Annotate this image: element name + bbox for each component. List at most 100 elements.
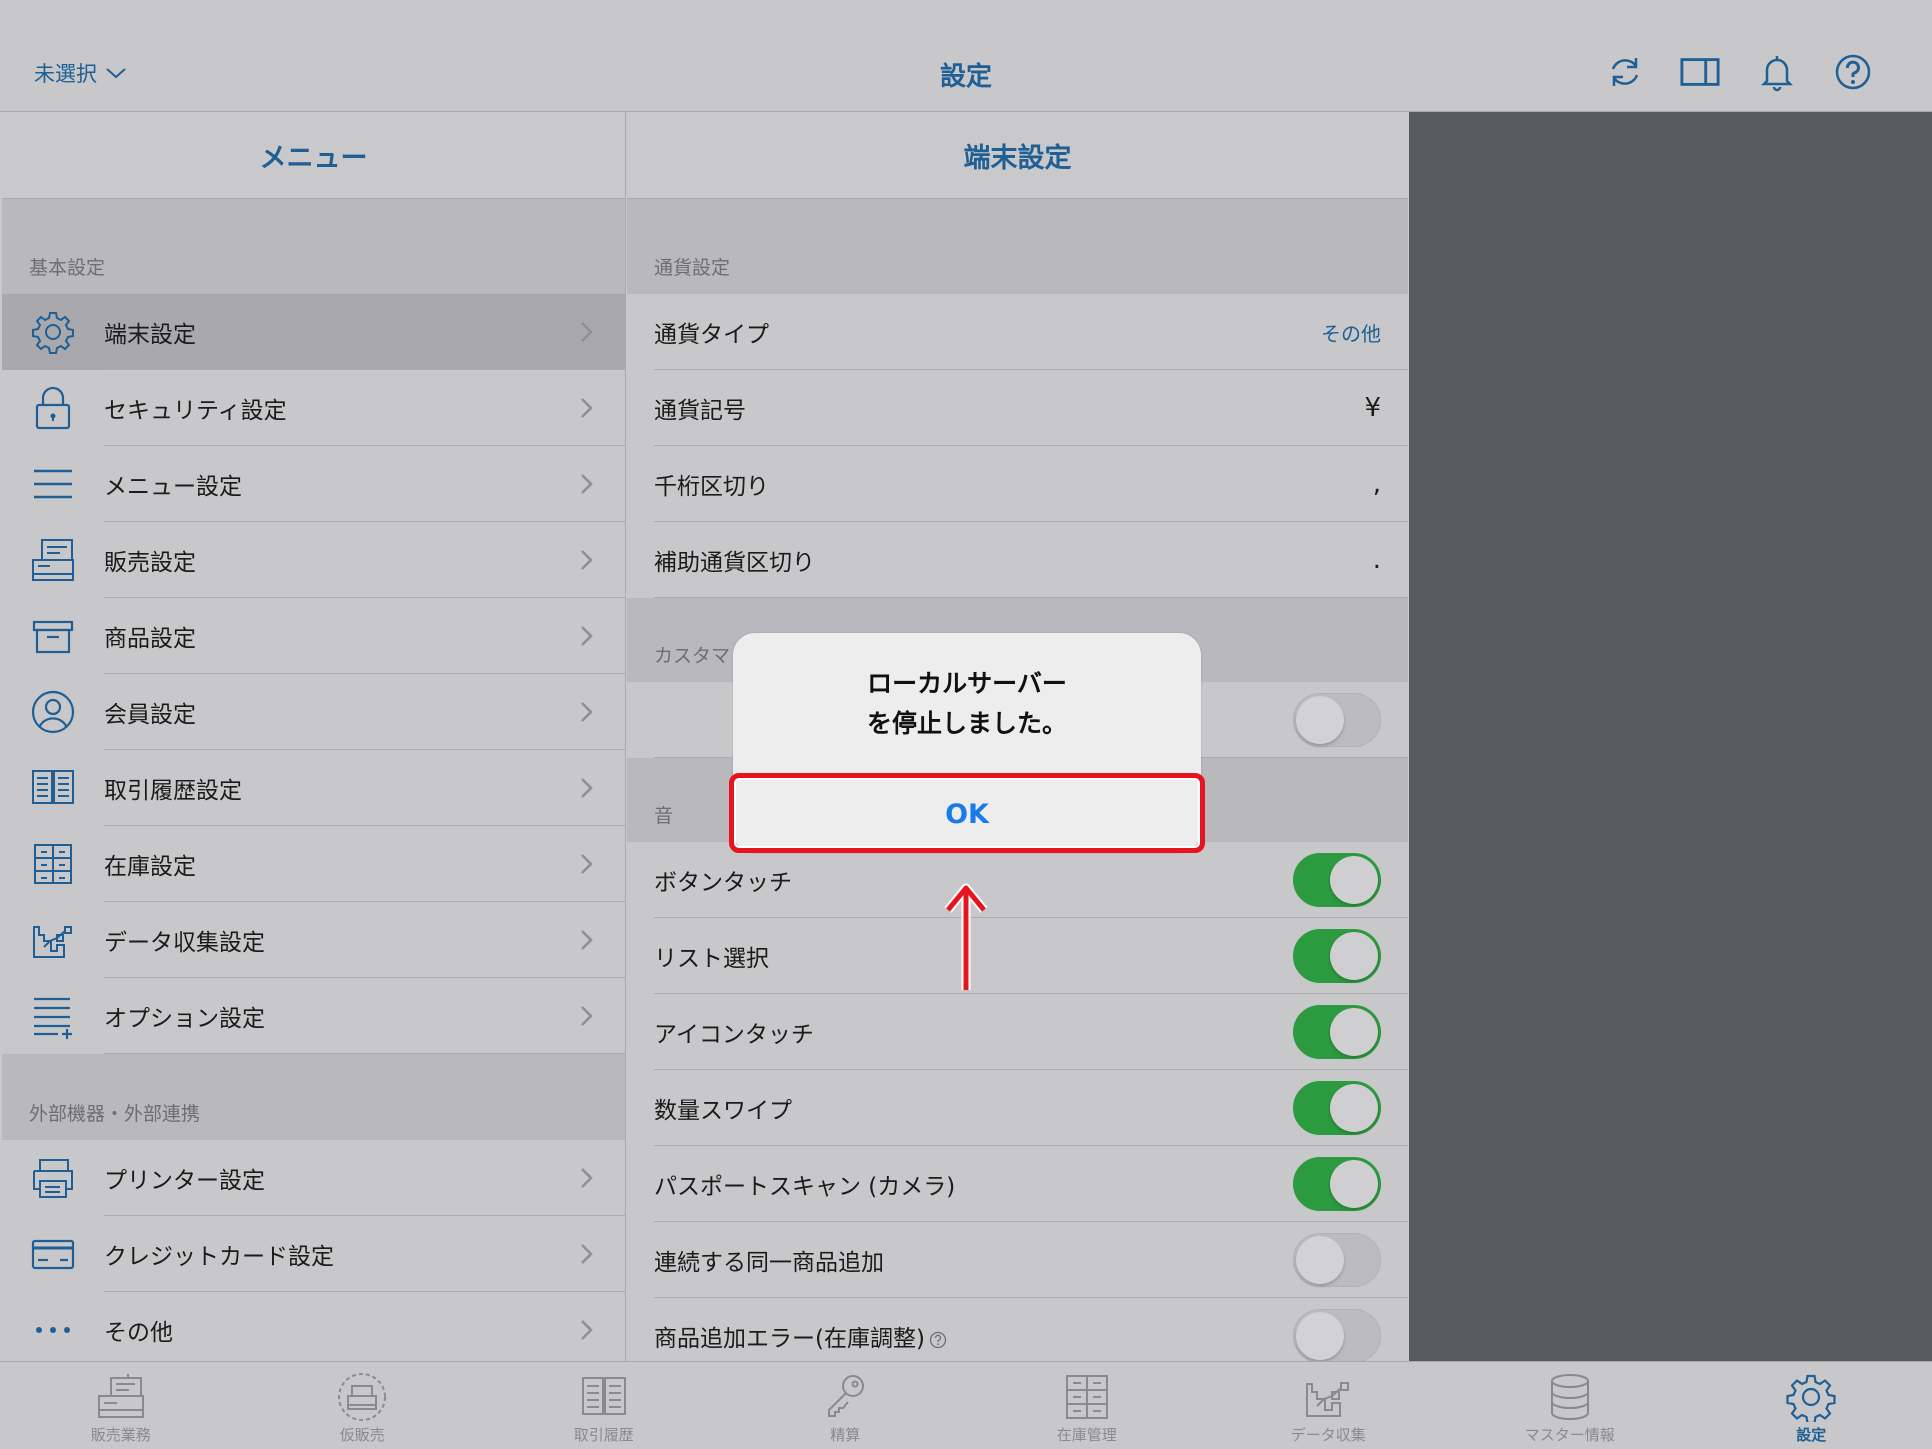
tab-label: 設定 (1796, 1426, 1827, 1444)
tab-data-collection[interactable]: データ収集 (1208, 1362, 1450, 1449)
setting-label: アイコンタッチ (654, 1022, 814, 1048)
alert-message-line: を停止しました。 (866, 709, 1067, 738)
toggle-switch[interactable] (1293, 1233, 1381, 1287)
alert-message-line: ローカルサーバー (867, 669, 1067, 698)
tab-settlement[interactable]: 精算 (725, 1362, 967, 1449)
setting-label: 通貨記号 (654, 398, 746, 424)
toggle-switch[interactable] (1293, 1005, 1381, 1059)
menu-item-printer-settings[interactable]: プリンター設定 (2, 1140, 625, 1216)
setting-label-text: 商品追加エラー(在庫調整) (654, 1326, 925, 1352)
chart-icon (1306, 1382, 1350, 1417)
sound-row[interactable]: ボタンタッチ (627, 842, 1408, 918)
chart-icon (28, 915, 78, 965)
printer-icon (28, 1153, 78, 1203)
tab-master-info[interactable]: マスター情報 (1449, 1362, 1691, 1449)
sound-row[interactable]: 連続する同一商品追加 (627, 1222, 1408, 1298)
help-icon[interactable] (1833, 52, 1873, 92)
empty-side-area (1409, 112, 1932, 1361)
sound-row[interactable]: 商品追加エラー(在庫調整) (627, 1298, 1408, 1361)
setting-label: 連続する同一商品追加 (654, 1250, 884, 1276)
person-icon (28, 687, 78, 737)
sound-row[interactable]: 数量スワイプ (627, 1070, 1408, 1146)
chevron-right-icon (581, 1168, 593, 1188)
chevron-right-icon (581, 1320, 593, 1340)
chevron-right-icon (581, 398, 593, 418)
menu-item-menu-settings[interactable]: メニュー設定 (2, 446, 625, 522)
menu-item-member-settings[interactable]: 会員設定 (2, 674, 625, 750)
menu-item-label: メニュー設定 (104, 474, 242, 500)
toggle-switch[interactable] (1293, 929, 1381, 983)
database-icon (1550, 1374, 1589, 1420)
toggle-switch[interactable] (1293, 1157, 1381, 1211)
currency-symbol-row[interactable]: 通貨記号 ¥ (627, 370, 1408, 446)
thousands-separator-row[interactable]: 千桁区切り , (627, 446, 1408, 522)
group-label: 基本設定 (29, 257, 106, 279)
menu-item-inventory-settings[interactable]: 在庫設定 (2, 826, 625, 902)
tab-sales[interactable]: 販売業務 (0, 1362, 242, 1449)
setting-value: , (1372, 469, 1381, 499)
tab-settings[interactable]: 設定 (1691, 1362, 1932, 1449)
setting-value: ¥ (1364, 393, 1381, 423)
menu-item-credit-card-settings[interactable]: クレジットカード設定 (2, 1216, 625, 1292)
menu-item-option-settings[interactable]: オプション設定 (2, 978, 625, 1054)
menu-item-label: その他 (104, 1320, 173, 1346)
ok-button[interactable]: OK (733, 776, 1201, 853)
split-view-icon[interactable] (1680, 52, 1722, 92)
help-icon[interactable] (929, 1331, 947, 1349)
tab-history[interactable]: 取引履歴 (483, 1362, 725, 1449)
toggle-knob (1330, 932, 1378, 980)
menu-item-sales-settings[interactable]: 販売設定 (2, 522, 625, 598)
menu-item-security-settings[interactable]: セキュリティ設定 (2, 370, 625, 446)
toggle-knob (1296, 696, 1344, 744)
decimal-separator-row[interactable]: 補助通貨区切り . (627, 522, 1408, 598)
tab-label: 仮販売 (339, 1426, 385, 1444)
tab-label: データ収集 (1290, 1426, 1366, 1444)
toggle-knob (1330, 856, 1378, 904)
chevron-right-icon (581, 322, 593, 342)
tab-bar: 販売業務 仮販売 取引履歴 精算 在庫管理 データ収集 マスター情報 設定 (0, 1361, 1932, 1449)
toggle-switch[interactable] (1293, 1309, 1381, 1361)
group-label: 通貨設定 (654, 257, 731, 279)
menu-item-label: プリンター設定 (104, 1168, 265, 1194)
top-bar: 未選択 設定 (0, 0, 1932, 112)
chevron-right-icon (581, 550, 593, 570)
menu-item-label: 端末設定 (104, 322, 196, 348)
book-icon (28, 763, 78, 813)
menu-item-data-collection-settings[interactable]: データ収集設定 (2, 902, 625, 978)
sound-row[interactable]: アイコンタッチ (627, 994, 1408, 1070)
menu-item-product-settings[interactable]: 商品設定 (2, 598, 625, 674)
chevron-right-icon (581, 1006, 593, 1026)
toggle-switch[interactable] (1293, 853, 1381, 907)
currency-type-row[interactable]: 通貨タイプ その他 (627, 294, 1408, 370)
shelf-icon (28, 839, 78, 889)
refresh-icon[interactable] (1605, 52, 1645, 92)
tab-label: 精算 (830, 1426, 861, 1444)
detail-header: 端末設定 (627, 112, 1408, 199)
gear-icon (1786, 1374, 1836, 1422)
hamburger-icon (28, 459, 78, 509)
setting-label: 商品追加エラー(在庫調整) (654, 1319, 1293, 1353)
gear-icon (28, 307, 78, 357)
tab-temp-sale[interactable]: 仮販売 (242, 1362, 484, 1449)
menu-item-label: オプション設定 (104, 1006, 265, 1032)
toggle-knob (1330, 1160, 1378, 1208)
chevron-right-icon (581, 854, 593, 874)
setting-value: その他 (1321, 321, 1381, 346)
menu-item-terminal-settings[interactable]: 端末設定 (2, 294, 625, 370)
menu-item-label: 在庫設定 (104, 854, 196, 880)
toggle-switch[interactable] (1293, 693, 1381, 747)
temp-sale-icon (338, 1373, 387, 1421)
toggle-switch[interactable] (1293, 1081, 1381, 1135)
group-header: 外部機器・外部連携 (2, 1054, 625, 1140)
menu-item-label: データ収集設定 (104, 930, 265, 956)
sound-row[interactable]: リスト選択 (627, 918, 1408, 994)
menu-item-history-settings[interactable]: 取引履歴設定 (2, 750, 625, 826)
tab-inventory[interactable]: 在庫管理 (966, 1362, 1208, 1449)
lock-icon (28, 383, 78, 433)
menu-item-other[interactable]: その他 (2, 1292, 625, 1361)
bell-icon[interactable] (1757, 52, 1797, 92)
chevron-right-icon (581, 474, 593, 494)
book-icon (581, 1377, 626, 1415)
sound-row[interactable]: パスポートスキャン (カメラ) (627, 1146, 1408, 1222)
setting-label: 数量スワイプ (654, 1098, 792, 1124)
